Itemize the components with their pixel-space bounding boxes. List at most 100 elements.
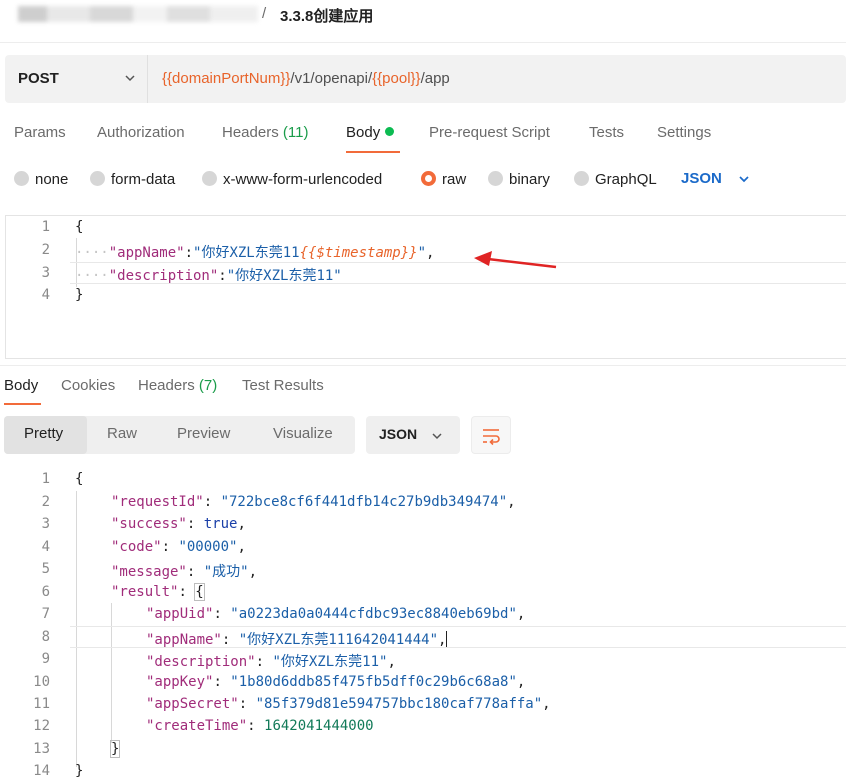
line-number: 12 bbox=[33, 718, 50, 734]
json-key: "message" bbox=[111, 564, 187, 580]
json-colon: : bbox=[218, 268, 227, 284]
divider bbox=[0, 42, 846, 43]
code-line: ····"description":"你好XZL东莞11" bbox=[75, 265, 342, 285]
whitespace-dots: ···· bbox=[75, 268, 109, 284]
whitespace-dots: ···· bbox=[75, 245, 109, 261]
code-line: "description": "你好XZL东莞11", bbox=[146, 654, 396, 670]
breadcrumb-collection-path[interactable] bbox=[18, 6, 258, 22]
radio-binary[interactable] bbox=[488, 171, 503, 186]
code-line: "appName": "你好XZL东莞111642041444", bbox=[146, 631, 448, 648]
line-number: 9 bbox=[41, 651, 50, 667]
json-key: "appName" bbox=[146, 632, 222, 648]
json-key: "result" bbox=[111, 584, 179, 600]
tab-settings[interactable]: Settings bbox=[657, 124, 711, 141]
url-input[interactable]: {{domainPortNum}}/v1/openapi/{{pool}}/ap… bbox=[162, 70, 450, 87]
tab-body[interactable]: Body bbox=[346, 124, 395, 141]
radio-graphql[interactable] bbox=[574, 171, 589, 186]
json-key: "createTime" bbox=[146, 718, 248, 734]
radio-urlencoded-label[interactable]: x-www-form-urlencoded bbox=[223, 171, 382, 188]
radio-graphql-label[interactable]: GraphQL bbox=[595, 171, 657, 188]
chevron-down-icon bbox=[125, 75, 135, 82]
line-number: 11 bbox=[33, 696, 50, 712]
view-mode-preview[interactable]: Preview bbox=[177, 425, 230, 442]
tab-authorization[interactable]: Authorization bbox=[97, 124, 185, 141]
line-number: 5 bbox=[41, 561, 50, 577]
json-value: 1642041444000 bbox=[264, 718, 374, 734]
url-bar: POST {{domainPortNum}}/v1/openapi/{{pool… bbox=[5, 55, 846, 103]
json-colon: : bbox=[184, 245, 194, 261]
json-value: "a0223da0a0444cfdbc93ec8840eb69bd" bbox=[230, 606, 517, 622]
chevron-down-icon[interactable] bbox=[737, 172, 751, 186]
json-key: "appUid" bbox=[146, 606, 214, 622]
code-line: } bbox=[75, 287, 84, 303]
radio-raw-label[interactable]: raw bbox=[442, 171, 466, 188]
line-number: 3 bbox=[41, 516, 50, 532]
json-value: "你好XZL东莞11" bbox=[272, 654, 388, 670]
tab-params[interactable]: Params bbox=[14, 124, 66, 141]
line-number: 1 bbox=[41, 219, 50, 235]
json-key: "description" bbox=[108, 268, 219, 284]
active-indicator-dot bbox=[385, 127, 395, 136]
tab-tests[interactable]: Tests bbox=[589, 124, 624, 141]
response-format-select[interactable]: JSON bbox=[366, 416, 460, 454]
response-tab-test-results[interactable]: Test Results bbox=[242, 377, 324, 394]
url-path: /v1/openapi/ bbox=[290, 70, 373, 87]
json-key: "appKey" bbox=[146, 674, 214, 690]
indent-guide bbox=[111, 603, 112, 743]
url-var-pool: {{pool}} bbox=[372, 70, 421, 87]
response-tab-headers-label: Headers bbox=[138, 377, 195, 394]
json-value: "你好XZL东莞11" bbox=[226, 268, 342, 284]
line-number: 4 bbox=[41, 539, 50, 555]
radio-form-data-label[interactable]: form-data bbox=[111, 171, 175, 188]
wrap-lines-button[interactable] bbox=[471, 416, 511, 454]
wrap-lines-icon bbox=[483, 429, 500, 446]
response-tab-cookies[interactable]: Cookies bbox=[61, 377, 115, 394]
code-line: ····"appName":"你好XZL东莞11{{$timestamp}}", bbox=[75, 242, 434, 262]
radio-form-data[interactable] bbox=[90, 171, 105, 186]
radio-none[interactable] bbox=[14, 171, 29, 186]
line-number: 8 bbox=[41, 629, 50, 645]
line-number: 10 bbox=[33, 674, 50, 690]
method-select[interactable]: POST bbox=[5, 55, 148, 103]
json-key: "requestId" bbox=[111, 494, 204, 510]
json-value: "85f379d81e594757bbc180caf778affa" bbox=[255, 696, 543, 712]
code-line: "appSecret": "85f379d81e594757bbc180caf7… bbox=[146, 696, 551, 712]
line-number: 13 bbox=[33, 741, 50, 757]
response-tab-body[interactable]: Body bbox=[4, 377, 38, 394]
code-line: { bbox=[75, 219, 84, 235]
radio-urlencoded[interactable] bbox=[202, 171, 217, 186]
template-variable: {{$timestamp}} bbox=[299, 245, 418, 261]
json-value: true bbox=[203, 516, 238, 532]
radio-none-label[interactable]: none bbox=[35, 171, 68, 188]
url-path-app: /app bbox=[420, 70, 450, 87]
body-format-select[interactable]: JSON bbox=[681, 170, 722, 187]
json-value: "你好XZL东莞111642041444" bbox=[238, 632, 439, 648]
tab-prerequest-script[interactable]: Pre-request Script bbox=[429, 124, 550, 141]
tab-headers[interactable]: Headers (11) bbox=[222, 124, 308, 141]
active-tab-underline bbox=[346, 151, 400, 153]
json-key: "code" bbox=[111, 539, 162, 555]
view-mode-raw[interactable]: Raw bbox=[107, 425, 137, 442]
json-value-quote: " bbox=[417, 245, 427, 261]
view-mode-pretty[interactable]: Pretty bbox=[24, 425, 63, 442]
radio-binary-label[interactable]: binary bbox=[509, 171, 550, 188]
response-tab-headers[interactable]: Headers (7) bbox=[138, 377, 217, 394]
response-view-mode-group: Pretty Raw Preview Visualize bbox=[4, 416, 355, 454]
code-line: "message": "成功", bbox=[111, 564, 258, 580]
request-title[interactable]: 3.3.8创建应用 bbox=[280, 5, 373, 26]
code-line: "success": true, bbox=[111, 516, 246, 532]
json-value: "你好XZL东莞11 bbox=[193, 245, 300, 261]
json-value: "1b80d6ddb85f475fb5dff0c29b6c68a8" bbox=[230, 674, 517, 690]
code-line: } bbox=[109, 740, 121, 758]
code-line: "requestId": "722bce8cf6f441dfb14c27b9db… bbox=[111, 494, 516, 510]
json-value: "00000" bbox=[178, 539, 238, 555]
method-label: POST bbox=[18, 70, 59, 87]
radio-raw[interactable] bbox=[421, 171, 436, 186]
json-key: "description" bbox=[146, 654, 256, 670]
view-mode-visualize[interactable]: Visualize bbox=[273, 425, 333, 442]
json-value: "成功" bbox=[203, 564, 249, 580]
line-number: 14 bbox=[33, 763, 50, 779]
breadcrumb-separator: / bbox=[262, 5, 267, 22]
json-value: "722bce8cf6f441dfb14c27b9db349474" bbox=[220, 494, 508, 510]
request-body-editor[interactable] bbox=[5, 215, 846, 359]
